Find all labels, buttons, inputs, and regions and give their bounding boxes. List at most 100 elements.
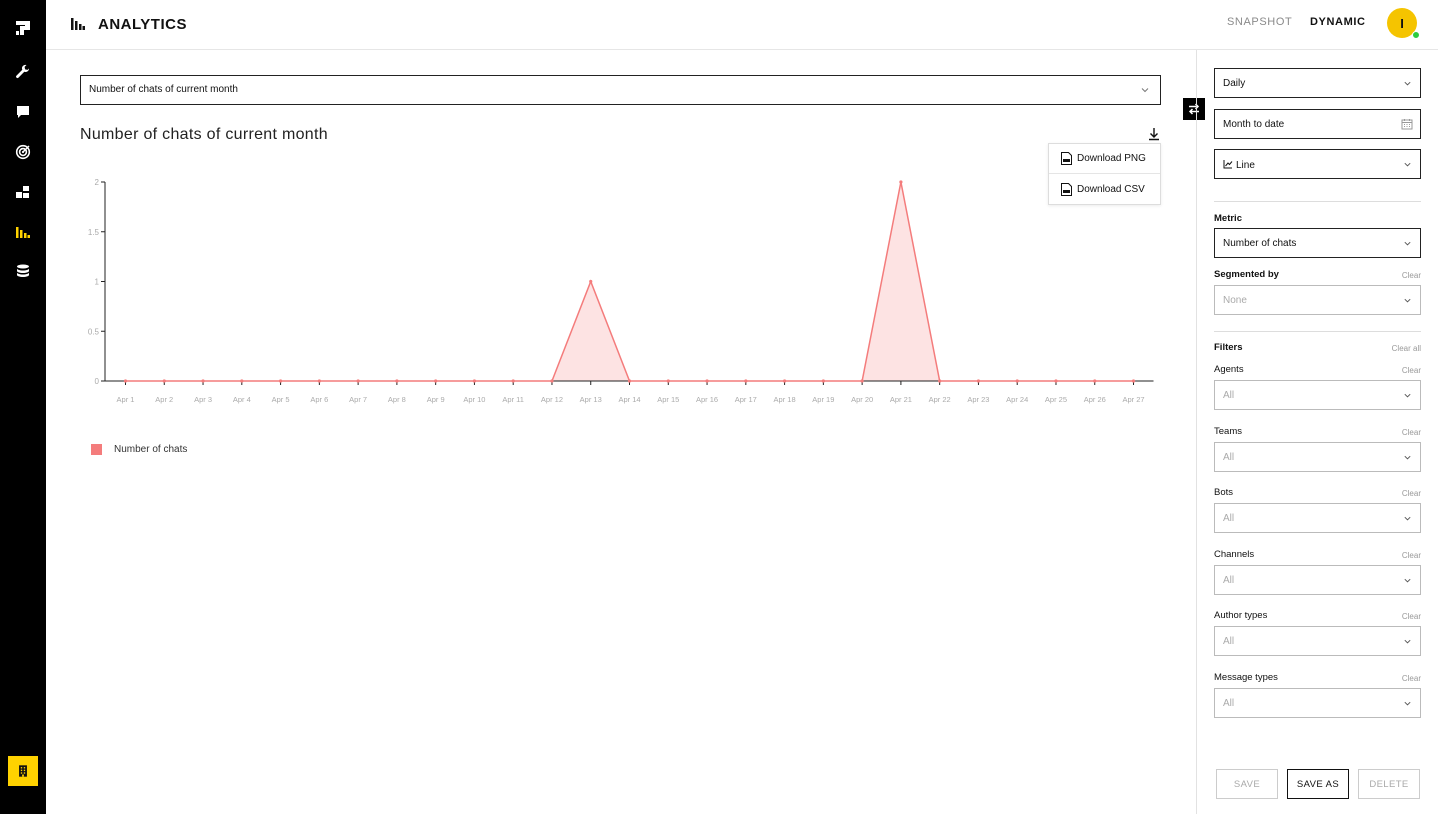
tab-snapshot[interactable]: SNAPSHOT	[1227, 16, 1292, 28]
chats-area-chart: 0 0.5 1 1.5 2 Apr 1 Apr 2 Apr 3 Apr 4 Apr 5 Apr 6 A…	[88, 178, 1154, 404]
building-icon[interactable]	[8, 756, 38, 786]
app: ANALYTICS SNAPSHOT DYNAMIC I Number of c…	[0, 0, 1438, 814]
data-point	[860, 379, 864, 383]
png-file-icon	[1061, 152, 1072, 165]
segmented-clear-link[interactable]: Clear	[1402, 271, 1421, 280]
data-point	[1093, 379, 1097, 383]
series-line	[125, 181, 1134, 382]
y-tick-label: 1	[95, 278, 100, 287]
analytics-icon[interactable]	[11, 220, 35, 244]
metric-label: Metric	[1214, 213, 1242, 224]
save-button[interactable]: SAVE	[1216, 769, 1278, 799]
report-select-value: Number of chats of current month	[89, 84, 238, 95]
chevron-down-icon	[1404, 516, 1411, 521]
chevron-down-icon	[1404, 701, 1411, 706]
x-tick-label: Apr 20	[851, 395, 873, 404]
legend-swatch	[91, 444, 102, 455]
segmented-by-label: Segmented by	[1214, 269, 1279, 280]
x-tick-label: Apr 7	[349, 395, 367, 404]
filter-bots-clear[interactable]: Clear	[1402, 489, 1421, 498]
y-tick-label: 0.5	[88, 327, 100, 336]
data-point	[744, 379, 748, 383]
data-point	[395, 379, 399, 383]
divider	[1214, 201, 1421, 202]
x-tick-label: Apr 8	[388, 395, 406, 404]
filter-message-types-clear[interactable]: Clear	[1402, 674, 1421, 683]
filter-teams-select[interactable]: All	[1214, 442, 1421, 472]
download-icon[interactable]	[1147, 127, 1161, 141]
x-tick-label: Apr 6	[310, 395, 328, 404]
filter-channels-select[interactable]: All	[1214, 565, 1421, 595]
filter-author-types-select[interactable]: All	[1214, 626, 1421, 656]
filter-message-types-value: All	[1223, 698, 1235, 709]
tab-dynamic[interactable]: DYNAMIC	[1310, 16, 1366, 28]
x-tick-label: Apr 10	[463, 395, 485, 404]
chevron-down-icon	[1404, 455, 1411, 460]
filter-teams-clear[interactable]: Clear	[1402, 428, 1421, 437]
chart-legend: Number of chats	[91, 444, 187, 455]
chevron-down-icon	[1404, 393, 1411, 398]
series-area-fill	[125, 182, 1134, 381]
blocks-icon[interactable]	[11, 180, 35, 204]
x-tick-label: Apr 15	[657, 395, 679, 404]
filter-author-types-value: All	[1223, 636, 1235, 647]
data-point	[666, 379, 670, 383]
target-icon[interactable]	[11, 140, 35, 164]
chevron-down-icon	[1141, 88, 1149, 93]
report-select[interactable]: Number of chats of current month	[80, 75, 1161, 105]
filter-bots-value: All	[1223, 513, 1235, 524]
filter-message-types-label: Message types	[1214, 672, 1278, 683]
data-point	[1131, 379, 1136, 383]
wrench-icon[interactable]	[11, 60, 35, 84]
filter-agents-clear[interactable]: Clear	[1402, 366, 1421, 375]
x-tick-label: Apr 25	[1045, 395, 1067, 404]
data-point	[938, 379, 942, 383]
chart-type-select[interactable]: Line	[1214, 149, 1421, 179]
clear-all-link[interactable]: Clear all	[1392, 344, 1421, 353]
filter-bots-select[interactable]: All	[1214, 503, 1421, 533]
chevron-down-icon	[1404, 162, 1411, 167]
filter-bots-label: Bots	[1214, 487, 1234, 498]
save-as-button[interactable]: SAVE AS	[1287, 769, 1349, 799]
data-point	[550, 379, 554, 383]
filter-agents-select[interactable]: All	[1214, 380, 1421, 410]
left-nav	[0, 0, 46, 814]
x-tick-label: Apr 26	[1084, 395, 1106, 404]
data-point	[1054, 379, 1058, 383]
data-point	[201, 379, 205, 383]
filter-channels-label: Channels	[1214, 549, 1255, 560]
chat-icon[interactable]	[11, 100, 35, 124]
filter-message-types-select[interactable]: All	[1214, 688, 1421, 718]
settings-panel: Daily Month to date Line Metric Number o…	[1196, 50, 1438, 814]
filter-author-types-clear[interactable]: Clear	[1402, 612, 1421, 621]
chevron-down-icon	[1404, 81, 1411, 86]
data-point	[278, 379, 283, 383]
interval-select[interactable]: Daily	[1214, 68, 1421, 98]
line-chart-icon	[1223, 160, 1233, 169]
data-point	[1015, 379, 1019, 383]
data-point	[976, 379, 981, 383]
page-title: ANALYTICS	[98, 16, 187, 33]
data-point	[434, 379, 438, 383]
x-tick-label: Apr 18	[774, 395, 796, 404]
database-icon[interactable]	[11, 259, 35, 283]
x-tick-label: Apr 14	[618, 395, 640, 404]
x-tick-label: Apr 3	[194, 395, 212, 404]
calendar-icon	[1401, 119, 1413, 130]
delete-button[interactable]: DELETE	[1358, 769, 1420, 799]
chevron-down-icon	[1404, 578, 1411, 583]
chevron-down-icon	[1404, 298, 1411, 303]
metric-select[interactable]: Number of chats	[1214, 228, 1421, 258]
chevron-down-icon	[1404, 241, 1411, 246]
download-png-label: Download PNG	[1077, 153, 1146, 164]
filter-author-types-label: Author types	[1214, 610, 1268, 621]
logo-icon[interactable]	[11, 16, 35, 40]
x-tick-label: Apr 22	[929, 395, 951, 404]
data-point	[472, 379, 477, 383]
filter-channels-clear[interactable]: Clear	[1402, 551, 1421, 560]
x-tick-label: Apr 13	[580, 395, 602, 404]
legend-label: Number of chats	[114, 444, 188, 455]
date-range-field[interactable]: Month to date	[1214, 109, 1421, 139]
chevron-down-icon	[1404, 639, 1411, 644]
segmented-by-select[interactable]: None	[1214, 285, 1421, 315]
